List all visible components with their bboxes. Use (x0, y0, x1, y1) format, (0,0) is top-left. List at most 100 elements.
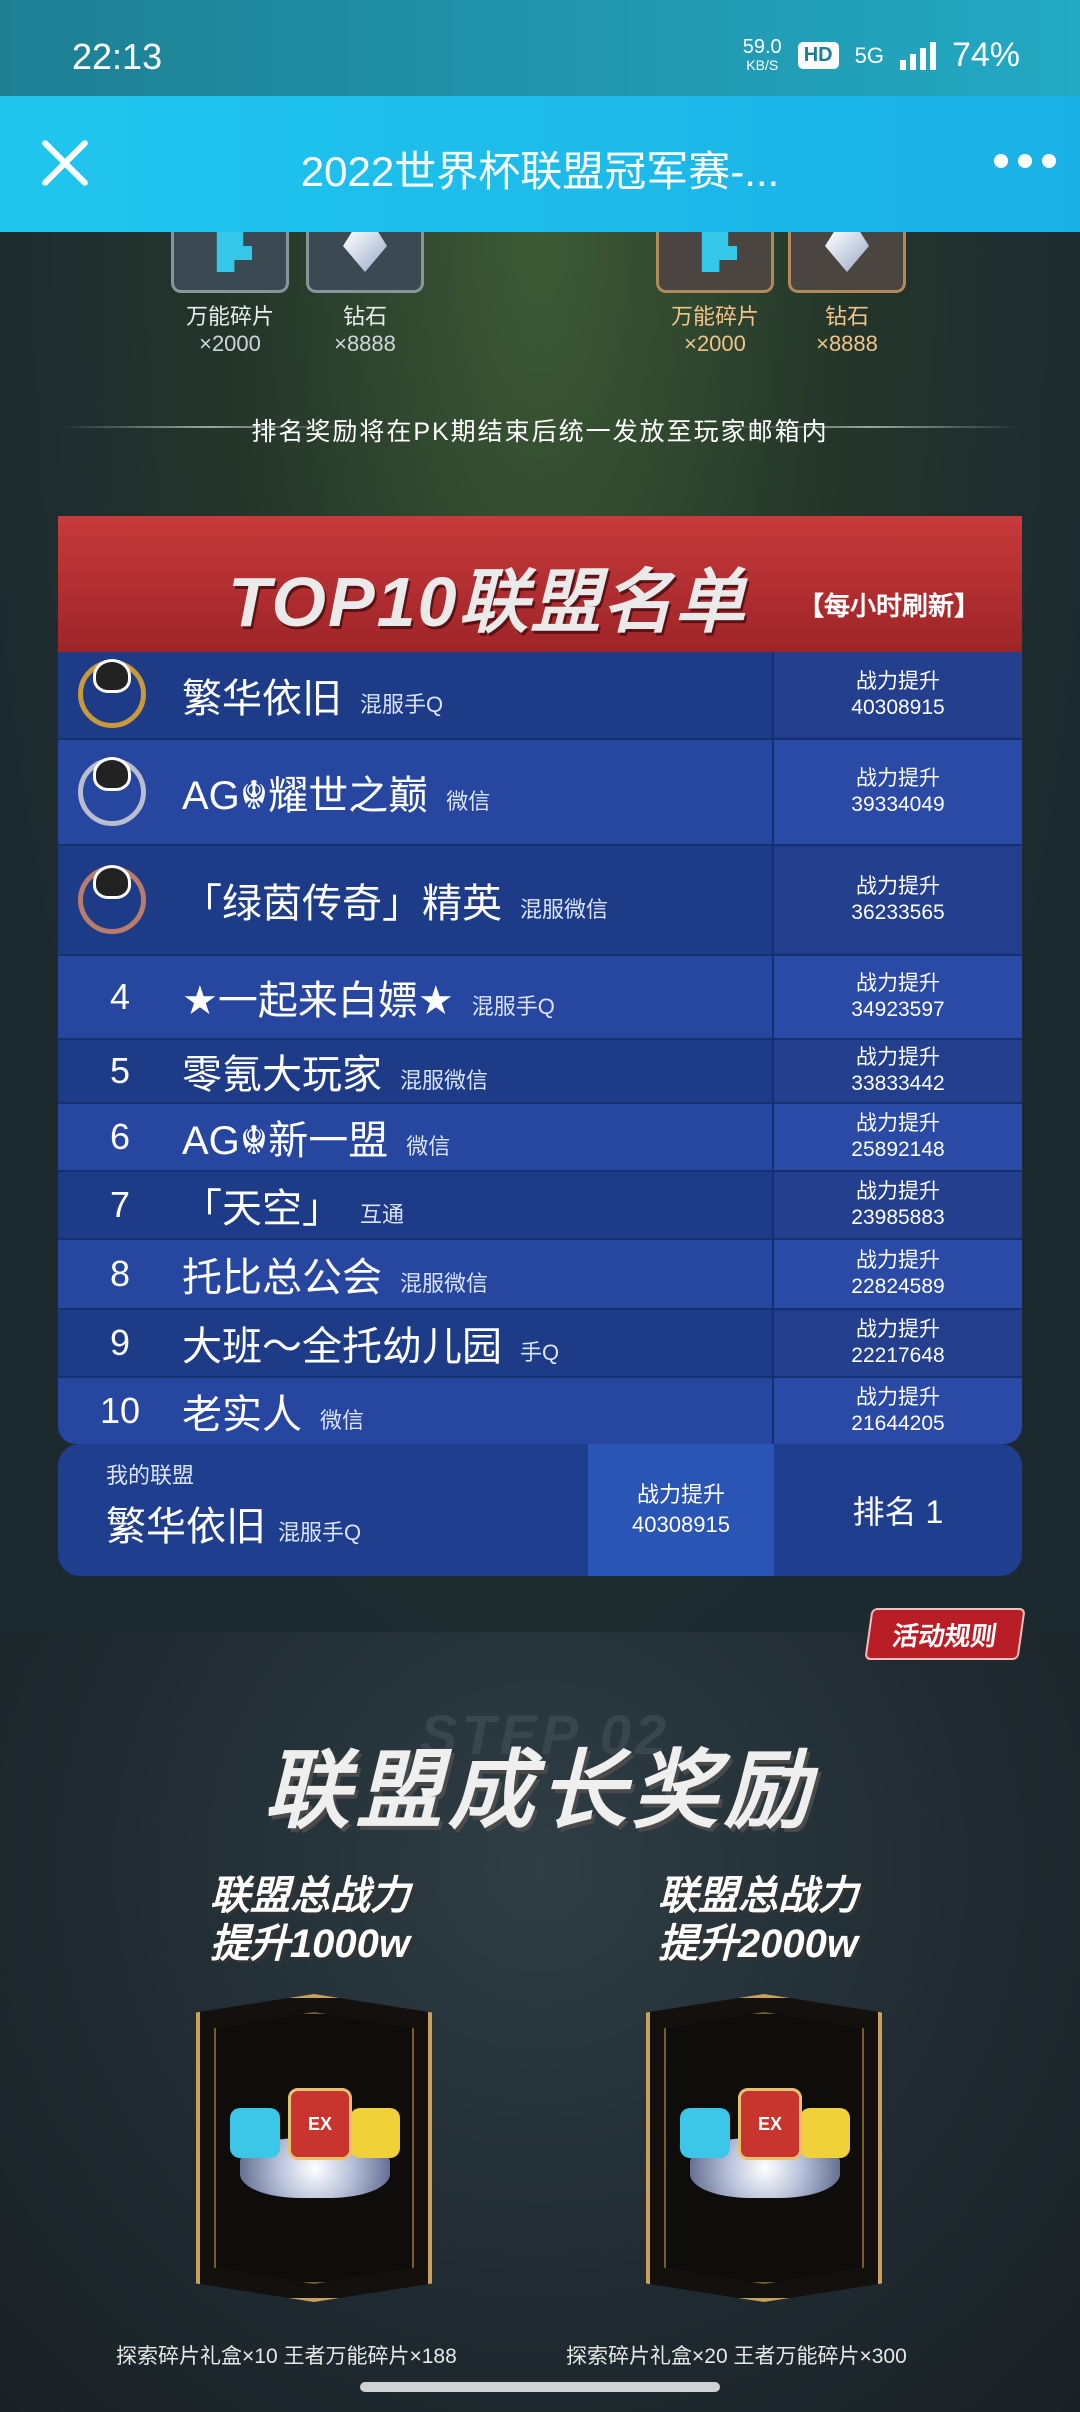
status-bar: 22:13 59.0 KB/S HD 5G 74% (0, 0, 1080, 96)
diamond-icon (825, 232, 869, 272)
my-power-value: 40308915 (632, 1512, 730, 1537)
growth-reward-title: 联盟成长奖励 (264, 1743, 816, 1839)
alliance-name: 大班～全托幼儿园 (182, 1325, 502, 1369)
my-alliance-card[interactable]: 我的联盟 繁华依旧 混服手Q 战力提升 40308915 排名 1 (58, 1444, 1022, 1576)
power-cell: 战力提升 22217648 (772, 1310, 1022, 1376)
my-alliance-name: 繁华依旧 (106, 1505, 266, 1549)
ranking-list: 繁华依旧 混服手Q 战力提升 40308915 AG☬耀世之巅 微信 战力提升 3933… (58, 652, 1022, 1444)
power-value: 21644205 (851, 1412, 945, 1435)
alliance-name: 老实人 (182, 1393, 302, 1437)
ranking-row[interactable]: AG☬耀世之巅 微信 战力提升 39334049 (58, 740, 1022, 846)
hd-icon: HD (797, 42, 839, 69)
activity-rules-button[interactable]: 活动规则 (864, 1608, 1026, 1660)
server-tag: 混服手Q (360, 692, 444, 717)
bronze-medal-icon (78, 865, 146, 934)
power-value: 39334049 (851, 793, 945, 816)
gold-medal-icon (78, 659, 146, 728)
ranking-row[interactable]: 9 大班～全托幼儿园 手Q 战力提升 22217648 (58, 1310, 1022, 1378)
alliance-name: AG☬耀世之巅 (182, 774, 429, 818)
my-alliance-label: 我的联盟 (106, 1463, 195, 1488)
reward-item: 万能碎片 ×2000 (170, 232, 290, 357)
my-rank: 排名 1 (852, 1494, 944, 1530)
battery-level: 74% (951, 36, 1020, 74)
rank-number: 5 (109, 1050, 131, 1091)
power-value: 22217648 (851, 1344, 945, 1367)
blue-puzzle-icon (230, 2108, 280, 2158)
power-cell: 战力提升 34923597 (772, 956, 1022, 1038)
home-indicator[interactable] (360, 2382, 720, 2392)
power-value: 40308915 (851, 696, 945, 719)
rank-number: 7 (109, 1184, 131, 1225)
net-speed: 59.0 KB/S (742, 35, 782, 73)
status-icons: 59.0 KB/S HD 5G 74% (743, 36, 1020, 75)
tier-title: 联盟总战力 提升1000w (209, 1874, 411, 1966)
ranking-row[interactable]: 8 托比总公会 混服微信 战力提升 22824589 (58, 1240, 1022, 1310)
puzzle-piece-icon (216, 232, 252, 272)
ranking-row[interactable]: 5 零氪大玩家 混服微信 战力提升 33833442 (58, 1040, 1022, 1104)
page-title: 2022世界杯联盟冠军赛-... (300, 148, 780, 195)
reward-item: 钻石 ×8888 (305, 232, 425, 357)
signal-icon (899, 41, 936, 70)
ranking-row[interactable]: 繁华依旧 混服手Q 战力提升 40308915 (58, 652, 1022, 740)
alliance-name: 零氪大玩家 (182, 1053, 382, 1097)
server-tag: 混服手Q (471, 994, 555, 1019)
alliance-name: AG☬新一盟 (182, 1119, 389, 1163)
reward-caption: 探索碎片礼盒×20 王者万能碎片×300 (566, 2345, 907, 2368)
rank-reward-notice: 排名奖励将在PK期结束后统一发放至玩家邮箱内 (251, 418, 829, 446)
rank-number: 9 (109, 1322, 131, 1363)
power-value: 33833442 (851, 1072, 945, 1095)
power-cell: 战力提升 33833442 (772, 1040, 1022, 1102)
reward-card[interactable]: EX (196, 1994, 432, 2302)
rank-number: 8 (109, 1253, 131, 1294)
alliance-name: 托比总公会 (182, 1256, 382, 1300)
network-type: 5G (854, 42, 884, 68)
qq-penguin-icon (93, 757, 131, 791)
more-options-icon[interactable] (994, 154, 1056, 168)
reward-item: 万能碎片 ×2000 (655, 232, 775, 357)
blue-puzzle-icon (680, 2108, 730, 2158)
diamond-icon (343, 232, 387, 272)
tier-title: 联盟总战力 提升2000w (657, 1874, 859, 1966)
ranking-row[interactable]: 4 ★一起来白嫖★ 混服手Q 战力提升 34923597 (58, 956, 1022, 1040)
server-tag: 微信 (406, 1134, 451, 1159)
alliance-name: 「天空」 (182, 1187, 342, 1231)
server-tag: 手Q (520, 1340, 560, 1365)
yellow-puzzle-icon (800, 2108, 850, 2158)
power-cell: 战力提升 36233565 (772, 846, 1022, 954)
power-value: 22824589 (851, 1275, 945, 1298)
server-tag: 混服手Q (278, 1520, 362, 1545)
qq-penguin-icon (93, 659, 131, 693)
yellow-puzzle-icon (350, 2108, 400, 2158)
rank-number: 4 (109, 976, 131, 1017)
top10-header: TOP10联盟名单 【每小时刷新】 (58, 516, 1022, 652)
server-tag: 混服微信 (520, 897, 609, 922)
clock: 22:13 (72, 36, 163, 77)
reward-item: 钻石 ×8888 (787, 232, 907, 357)
my-power-cell: 战力提升 40308915 (588, 1444, 774, 1576)
qq-penguin-icon (93, 865, 131, 899)
top10-title: TOP10联盟名单 (228, 563, 747, 641)
power-value: 25892148 (851, 1138, 945, 1161)
server-tag: 混服微信 (400, 1068, 489, 1093)
server-tag: 互通 (360, 1202, 405, 1227)
reward-card[interactable]: EX (646, 1994, 882, 2302)
power-value: 34923597 (851, 998, 945, 1021)
ranking-row[interactable]: 「绿茵传奇」精英 混服微信 战力提升 36233565 (58, 846, 1022, 956)
ranking-row[interactable]: 7 「天空」 互通 战力提升 23985883 (58, 1172, 1022, 1240)
reward-bundle-icon: EX (230, 2088, 400, 2208)
power-cell: 战力提升 23985883 (772, 1172, 1022, 1238)
alliance-name: 繁华依旧 (182, 677, 342, 721)
server-tag: 微信 (320, 1408, 365, 1433)
ranking-row[interactable]: 6 AG☬新一盟 微信 战力提升 25892148 (58, 1104, 1022, 1172)
rank-number: 10 (99, 1390, 141, 1431)
ranking-row[interactable]: 10 老实人 微信 战力提升 21644205 (58, 1378, 1022, 1444)
rank-number: 6 (109, 1116, 131, 1157)
power-cell: 战力提升 40308915 (772, 652, 1022, 738)
power-cell: 战力提升 22824589 (772, 1240, 1022, 1308)
top10-panel: TOP10联盟名单 【每小时刷新】 繁华依旧 混服手Q 战力提升 40308915 … (58, 516, 1022, 1444)
title-bar: 2022世界杯联盟冠军赛-... (0, 96, 1080, 232)
alliance-name: ★一起来白嫖★ (182, 979, 454, 1023)
silver-medal-icon (78, 757, 146, 826)
power-value: 36233565 (851, 901, 945, 924)
ex-badge-icon: EX (738, 2088, 802, 2160)
